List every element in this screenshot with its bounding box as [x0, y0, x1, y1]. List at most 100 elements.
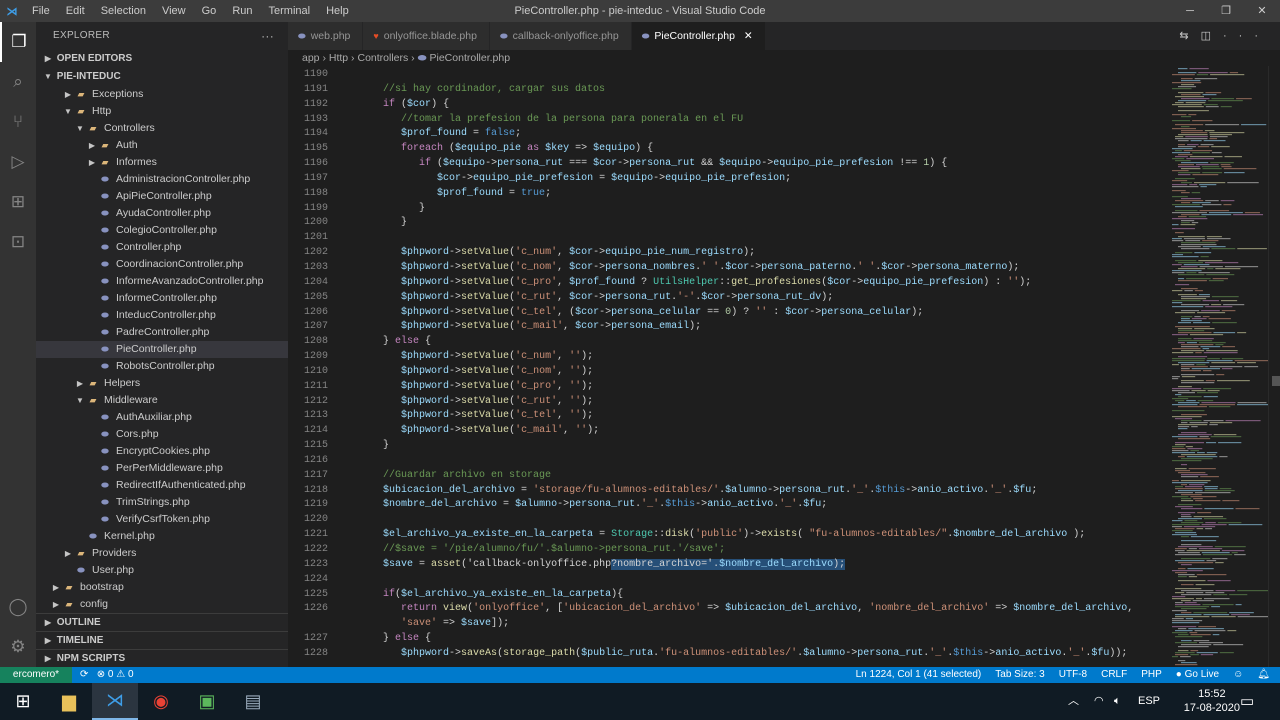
- breadcrumb-item[interactable]: Controllers: [357, 52, 408, 64]
- file-item[interactable]: ⬬ TrimStrings.php: [36, 494, 288, 511]
- file-item[interactable]: ⬬ EncryptCookies.php: [36, 443, 288, 460]
- input-language[interactable]: ESP: [1138, 683, 1160, 720]
- code-line[interactable]: 1211 $phpword->setValue('c_pro', '');: [288, 380, 1168, 395]
- code-line[interactable]: 1228 $phpword->saveAs(storage_path($publ…: [288, 647, 1168, 662]
- code-line[interactable]: 1207 $phpword->setValue('c_mail', $cor->…: [288, 320, 1168, 335]
- problems-indicator[interactable]: ⊗ 0 ⚠ 0: [97, 669, 134, 680]
- language-mode[interactable]: PHP: [1141, 667, 1162, 683]
- app-notes-icon[interactable]: ▤: [230, 683, 276, 720]
- run-debug-icon[interactable]: ▷: [0, 142, 36, 182]
- code-line[interactable]: 1192 if ($cor) {: [288, 98, 1168, 113]
- open-changes-icon[interactable]: ⇆: [1179, 30, 1200, 42]
- file-item[interactable]: ⬬ PerPerMiddleware.php: [36, 460, 288, 477]
- code-line[interactable]: 1224: [288, 573, 1168, 588]
- windows-start-icon[interactable]: ⊞: [0, 683, 46, 720]
- file-item[interactable]: ⬬ RobotsController.php: [36, 358, 288, 375]
- breadcrumb-item[interactable]: PieController.php: [430, 52, 511, 64]
- file-item[interactable]: ⬬ CoordinacionController.php: [36, 256, 288, 273]
- bookmarks-icon[interactable]: ⊡: [0, 222, 36, 262]
- file-item[interactable]: ⬬ Controller.php: [36, 239, 288, 256]
- code-line[interactable]: 1200 }: [288, 216, 1168, 231]
- menu-run[interactable]: Run: [224, 5, 260, 17]
- file-item[interactable]: ⬬ InformeAvanzadoController.php: [36, 273, 288, 290]
- minimap[interactable]: [1168, 66, 1273, 667]
- file-item[interactable]: ⬬ ApiPieController.php: [36, 188, 288, 205]
- code-line[interactable]: 1194 $prof_found = false;: [288, 127, 1168, 142]
- file-item[interactable]: ⬬ AyudaController.php: [36, 205, 288, 222]
- file-item[interactable]: ⬬ PadreController.php: [36, 324, 288, 341]
- wifi-icon[interactable]: ◠: [1094, 683, 1104, 720]
- extensions-icon[interactable]: ⊞: [0, 182, 36, 222]
- code-line[interactable]: 1199 }: [288, 202, 1168, 217]
- folder-item[interactable]: ▼ ▰ Middleware: [36, 392, 288, 409]
- close-tab-icon[interactable]: ✕: [741, 30, 753, 42]
- volume-icon[interactable]: 🔈︎: [1114, 683, 1121, 720]
- section-timeline[interactable]: ▶ TIMELINE: [36, 631, 288, 649]
- file-item[interactable]: ⬬ Cors.php: [36, 426, 288, 443]
- chrome-icon[interactable]: ◉: [138, 683, 184, 720]
- code-line[interactable]: 1213 $phpword->setValue('c_tel', '');: [288, 409, 1168, 424]
- code-line[interactable]: 1210 $phpword->setValue('c_nom', '');: [288, 365, 1168, 380]
- file-item[interactable]: ⬬ ColegioController.php: [36, 222, 288, 239]
- notifications-bell-icon[interactable]: 🔔︎: [1257, 667, 1270, 683]
- open-editors-section[interactable]: ▶ OPEN EDITORS: [36, 50, 288, 68]
- source-control-icon[interactable]: ⑂: [0, 102, 36, 142]
- code-line[interactable]: 1193 //tomar la prefesion de la persona …: [288, 113, 1168, 128]
- file-item[interactable]: ⬬ InformeController.php: [36, 290, 288, 307]
- vscode-taskbar-icon[interactable]: ⋊: [92, 683, 138, 720]
- remote-indicator[interactable]: ercomero*: [0, 667, 72, 683]
- folder-item[interactable]: ▼ ▰ Controllers: [36, 120, 288, 137]
- folder-item[interactable]: ▶ ▰ Informes: [36, 154, 288, 171]
- code-line[interactable]: 1206 $phpword->setValue('c_tel', ($cor->…: [288, 306, 1168, 321]
- code-line[interactable]: 1214 $phpword->setValue('c_mail', '');: [288, 424, 1168, 439]
- file-item[interactable]: ⬬ RedirectIfAuthenticated.php: [36, 477, 288, 494]
- tab-PieController-php[interactable]: ⬬ PieController.php ✕: [631, 22, 766, 50]
- code-line[interactable]: 1225 if($el_archivo_ya_existe_en_la_carp…: [288, 588, 1168, 603]
- code-line[interactable]: 1195 foreach ($equipo_pie as $key => $eq…: [288, 142, 1168, 157]
- code-line[interactable]: 1212 $phpword->setValue('c_rut', '');: [288, 395, 1168, 410]
- file-explorer-icon[interactable]: ▆: [46, 683, 92, 720]
- code-line[interactable]: 1197 $cor->equipo_pie_prefesion = $equip…: [288, 172, 1168, 187]
- code-line[interactable]: 1218 $ubicacion_del_archivo = 'storage/f…: [288, 484, 1168, 499]
- file-item[interactable]: ⬬ VerifyCsrfToken.php: [36, 511, 288, 528]
- file-item[interactable]: ⬬ InteducController.php: [36, 307, 288, 324]
- code-editor[interactable]: 1190 1191 //si hay cordinador, cargar sus…: [288, 68, 1168, 667]
- sync-icon[interactable]: ⟳: [80, 669, 88, 680]
- code-line[interactable]: 1209 $phpword->setValue('c_num', '');: [288, 350, 1168, 365]
- minimize-button[interactable]: ─: [1172, 0, 1208, 22]
- account-icon[interactable]: ◯: [0, 587, 36, 627]
- menu-view[interactable]: View: [154, 5, 194, 17]
- code-line[interactable]: 1202 $phpword->setValue('c_num', $cor->e…: [288, 246, 1168, 261]
- tray-chevron-icon[interactable]: ︿: [1068, 683, 1079, 720]
- code-line[interactable]: 1222 //$save = '/pie/alumno/fu/'.$alumno…: [288, 543, 1168, 558]
- menu-selection[interactable]: Selection: [93, 5, 154, 17]
- folder-item[interactable]: ▶ ▰ config: [36, 596, 288, 613]
- folder-item[interactable]: ▶ ▰ Providers: [36, 545, 288, 562]
- menu-file[interactable]: File: [24, 5, 58, 17]
- file-item[interactable]: ⬬ AuthAuxiliar.php: [36, 409, 288, 426]
- folder-item[interactable]: ▶ ▰ Auth: [36, 137, 288, 154]
- folder-item[interactable]: ▶ ▰ bootstrap: [36, 579, 288, 596]
- code-line[interactable]: 1226 return view('onlyoffice', ['ubicaci…: [288, 602, 1168, 617]
- line-ending[interactable]: CRLF: [1101, 667, 1127, 683]
- cursor-position[interactable]: Ln 1224, Col 1 (41 selected): [856, 667, 982, 683]
- code-line[interactable]: 'save' => $save]);: [288, 617, 1168, 632]
- split-editor-icon[interactable]: ◫: [1201, 30, 1223, 42]
- code-line[interactable]: 1215 }: [288, 439, 1168, 454]
- explorer-icon[interactable]: ❐: [0, 22, 36, 62]
- code-line[interactable]: 1219 $nombre_del_archivo = $alumno->pers…: [288, 498, 1168, 513]
- vertical-scrollbar[interactable]: [1268, 66, 1280, 667]
- code-line[interactable]: 1208 } else {: [288, 335, 1168, 350]
- code-line[interactable]: 1217 //Guardar archivo en storage: [288, 469, 1168, 484]
- section-outline[interactable]: ▶ OUTLINE: [36, 613, 288, 631]
- breadcrumb-item[interactable]: Http: [329, 52, 348, 64]
- code-line[interactable]: 1196 if ($equipo->persona_rut === $cor->…: [288, 157, 1168, 172]
- file-item[interactable]: ⬬ PieController.php: [36, 341, 288, 358]
- code-line[interactable]: 1223 $save = asset('callback-onlyoffice.…: [288, 558, 1168, 573]
- more-icon[interactable]: ···: [1223, 30, 1270, 42]
- tab-onlyoffice-blade-php[interactable]: ♥ onlyoffice.blade.php: [363, 22, 490, 50]
- code-line[interactable]: 1190: [288, 68, 1168, 83]
- action-center-icon[interactable]: ▭: [1240, 683, 1254, 720]
- more-actions-icon[interactable]: ···: [261, 22, 274, 50]
- menu-edit[interactable]: Edit: [58, 5, 93, 17]
